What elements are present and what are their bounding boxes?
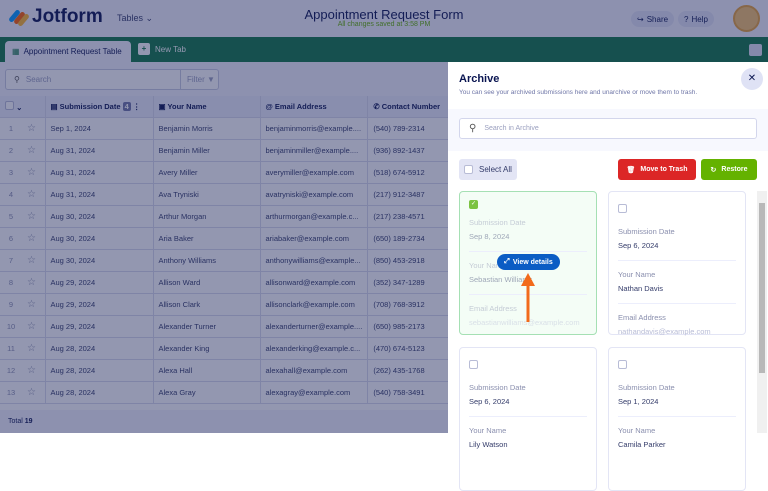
archive-card[interactable]: Submission Date Sep 1, 2024 Your Name Camil… xyxy=(608,347,746,491)
expand-icon: ⤢ xyxy=(504,258,510,265)
field-label: Your Name xyxy=(618,270,656,279)
field-label: Submission Date xyxy=(469,383,526,392)
card-checkbox[interactable] xyxy=(469,360,478,369)
field-value: Sep 8, 2024 xyxy=(469,232,510,241)
field-value: Sep 6, 2024 xyxy=(469,397,510,406)
field-label: Your Name xyxy=(618,426,656,435)
field-label: Submission Date xyxy=(618,227,675,236)
archive-card[interactable]: Submission Date Sep 6, 2024 Your Name Natha… xyxy=(608,191,746,336)
field-value: nathandavis@example.com xyxy=(618,327,711,336)
archive-subtitle: You can see your archived submissions he… xyxy=(459,89,698,96)
close-button[interactable]: ✕ xyxy=(741,68,763,90)
restore-icon: ↻ xyxy=(710,166,717,174)
field-label: Submission Date xyxy=(469,218,526,227)
field-value: Lily Watson xyxy=(469,440,508,449)
select-all-checkbox[interactable]: Select All xyxy=(459,159,517,180)
field-value: Sep 1, 2024 xyxy=(618,397,659,406)
close-icon: ✕ xyxy=(747,73,757,84)
field-label: Email Address xyxy=(618,313,666,322)
move-to-trash-button[interactable]: 🗑 Move to Trash xyxy=(618,159,696,180)
field-value: Nathan Davis xyxy=(618,284,664,293)
field-label: Your Name xyxy=(469,426,507,435)
restore-button[interactable]: ↻ Restore xyxy=(701,159,757,180)
field-value: Camila Parker xyxy=(618,440,666,449)
view-details-button[interactable]: ⤢ View details xyxy=(497,254,560,270)
trash-icon: 🗑 xyxy=(626,166,636,174)
archive-title: Archive xyxy=(459,73,500,85)
archive-search-input[interactable]: ⚲ Search in Archive xyxy=(459,118,757,139)
card-checkbox[interactable] xyxy=(618,360,627,369)
field-value: Sep 6, 2024 xyxy=(618,241,659,250)
scrollbar[interactable] xyxy=(757,191,767,433)
field-label: Submission Date xyxy=(618,383,675,392)
card-checkbox[interactable] xyxy=(618,204,627,213)
search-icon: ⚲ xyxy=(469,123,477,134)
arrow-annotation-icon xyxy=(521,273,535,322)
checkbox-checked[interactable]: ✓ xyxy=(469,200,478,209)
archive-card[interactable]: Submission Date Sep 6, 2024 Your Name Lily … xyxy=(459,347,597,491)
